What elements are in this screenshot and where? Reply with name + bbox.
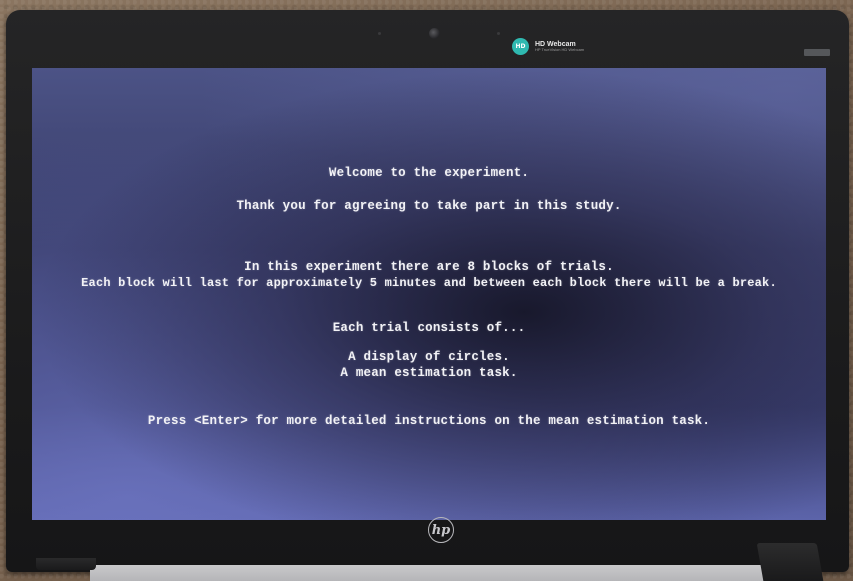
webcam-badge-icon: HD xyxy=(512,38,529,55)
sensor-dot-right xyxy=(497,32,500,35)
bezel-sticker xyxy=(804,49,830,56)
hp-logo-icon: hp xyxy=(428,517,454,543)
trial-intro-text: Each trial consists of... xyxy=(332,321,526,335)
webcam-badge-subtitle: HP TrueVision HD Webcam xyxy=(535,47,585,53)
trial-item-2: A mean estimation task. xyxy=(340,366,518,380)
webcam-badge: HD HD Webcam HP TrueVision HD Webcam xyxy=(512,38,584,55)
webcam-badge-text: HD Webcam HP TrueVision HD Webcam xyxy=(535,41,584,53)
blocks-text: In this experiment there are 8 blocks of… xyxy=(244,260,614,274)
sensor-dot-left xyxy=(378,32,381,35)
hinge-left xyxy=(36,558,96,570)
trial-item-1: A display of circles. xyxy=(348,350,510,364)
enter-prompt: Press <Enter> for more detailed instruct… xyxy=(147,414,711,428)
welcome-text: Welcome to the experiment. xyxy=(328,166,530,180)
thanks-text: Thank you for agreeing to take part in t… xyxy=(236,199,622,213)
experiment-screen[interactable]: Welcome to the experiment. Thank you for… xyxy=(32,68,826,520)
webcam-icon xyxy=(429,28,440,39)
hinge-right xyxy=(756,543,824,581)
duration-text: Each block will last for approximately 5… xyxy=(81,276,777,290)
keyboard-deck xyxy=(90,565,780,581)
